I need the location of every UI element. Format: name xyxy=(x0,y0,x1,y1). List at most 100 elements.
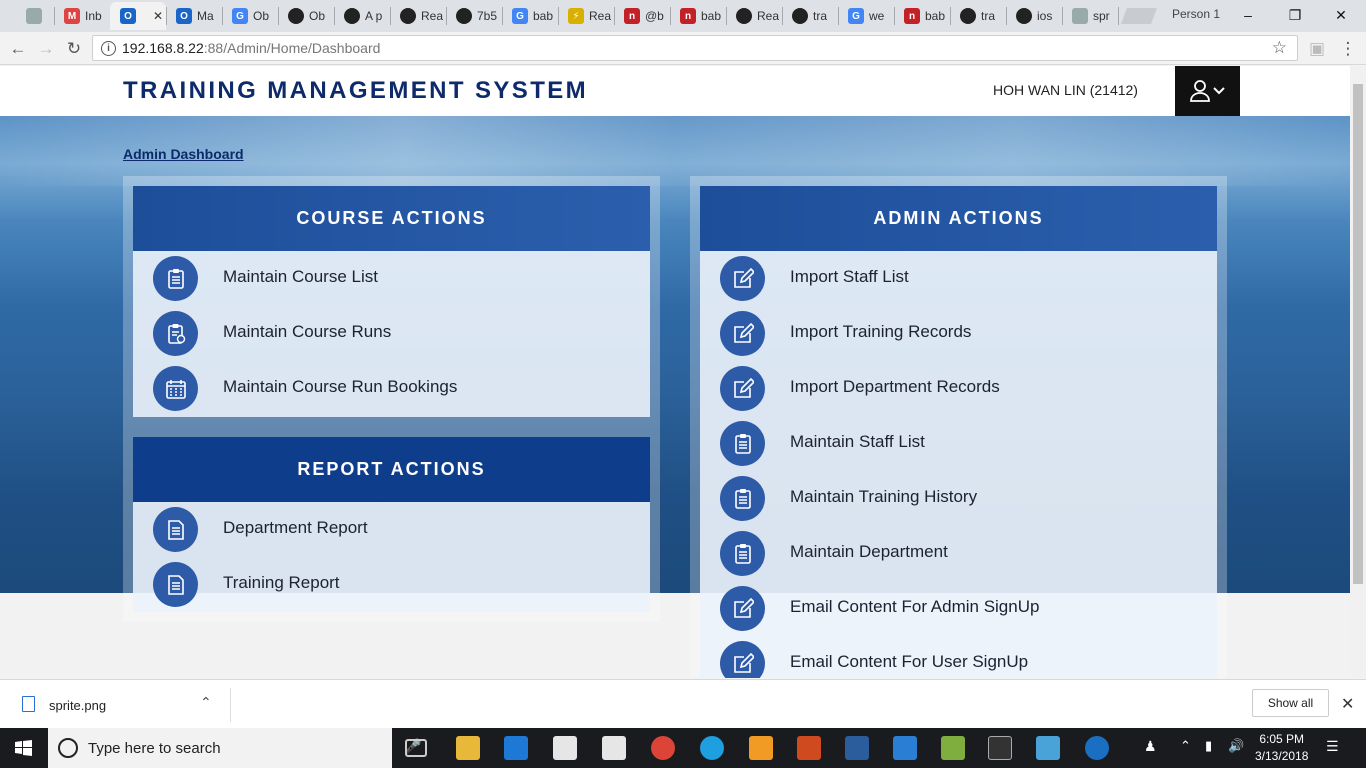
breadcrumb[interactable]: Admin Dashboard xyxy=(123,146,244,162)
browser-tab[interactable]: ⚡ Rea xyxy=(558,2,614,30)
task-view-icon[interactable] xyxy=(405,739,427,757)
tab-title: Rea xyxy=(757,9,780,23)
item-label: Maintain Department xyxy=(790,542,948,561)
close-window-icon[interactable]: ✕ xyxy=(1329,4,1353,26)
volume-icon[interactable]: 🔊 xyxy=(1228,738,1244,754)
maintain-course-runs-link[interactable]: Maintain Course Runs xyxy=(133,306,633,361)
menu-icon[interactable]: ⋮ xyxy=(1336,37,1360,61)
battery-icon[interactable]: ▮ xyxy=(1205,738,1212,754)
info-icon[interactable]: i xyxy=(101,40,116,56)
download-filename[interactable]: sprite.png xyxy=(49,698,106,713)
browser-tab[interactable]: Gwe xyxy=(838,2,894,30)
maintain-department-link[interactable]: Maintain Department xyxy=(700,526,1200,581)
item-label: Maintain Staff List xyxy=(790,432,925,451)
remote-desktop-icon[interactable] xyxy=(893,736,917,760)
browser-tab[interactable]: spr xyxy=(1062,2,1118,30)
chrome-icon[interactable] xyxy=(651,736,675,760)
mail-icon[interactable] xyxy=(602,736,626,760)
app-title[interactable]: TRAINING MANAGEMENT SYSTEM xyxy=(123,77,588,105)
bookmark-star-icon[interactable]: ☆ xyxy=(1272,38,1287,58)
browser-tab[interactable]: n bab xyxy=(894,2,950,30)
clipboard-icon xyxy=(720,421,765,466)
maintain-training-history-link[interactable]: Maintain Training History xyxy=(700,471,1200,526)
notes-icon[interactable] xyxy=(1036,736,1060,760)
course-actions-body: Maintain Course List Maintain Course Run… xyxy=(133,251,650,417)
page-icon xyxy=(26,8,42,24)
minimize-icon[interactable]: – xyxy=(1236,4,1260,26)
tab-title: Ob xyxy=(253,9,270,23)
browser-tab[interactable]: ios xyxy=(1006,2,1062,30)
edge-icon[interactable] xyxy=(504,736,528,760)
email-content-user-signup-link[interactable]: Email Content For User SignUp xyxy=(700,636,1200,678)
browser-tab[interactable]: G Ob xyxy=(222,2,278,30)
import-staff-list-link[interactable]: Import Staff List xyxy=(700,251,1200,306)
tab-title: Rea xyxy=(589,9,612,23)
show-all-button[interactable]: Show all xyxy=(1252,689,1329,717)
browser-tab[interactable] xyxy=(14,2,54,30)
windows-start-icon[interactable] xyxy=(15,740,32,756)
store-icon[interactable] xyxy=(553,736,577,760)
address-bar[interactable]: i 192.168.8.22:88/Admin/Home/Dashboard ☆ xyxy=(92,35,1298,61)
app-launcher-icon[interactable] xyxy=(941,736,965,760)
office-icon[interactable] xyxy=(797,736,821,760)
back-icon[interactable]: ← xyxy=(6,37,30,61)
npm-icon: n xyxy=(680,8,696,24)
tab-title: 7b5 xyxy=(477,9,498,23)
training-report-link[interactable]: Training Report xyxy=(133,557,633,612)
item-label: Import Department Records xyxy=(790,377,1000,396)
forward-icon[interactable]: → xyxy=(34,37,58,61)
browser-tab[interactable]: M Inb xyxy=(54,2,110,30)
network-tool-icon[interactable] xyxy=(845,736,869,760)
taskbar-search-box[interactable]: Type here to search 🎤 xyxy=(48,728,421,768)
email-content-admin-signup-link[interactable]: Email Content For Admin SignUp xyxy=(700,581,1200,636)
sublime-text-icon[interactable] xyxy=(749,736,773,760)
action-center-icon[interactable]: ☰ xyxy=(1326,738,1339,755)
clipboard-check-icon xyxy=(153,311,198,356)
import-training-records-link[interactable]: Import Training Records xyxy=(700,306,1200,361)
browser-tab[interactable]: O ✕ xyxy=(110,2,166,30)
command-prompt-icon[interactable] xyxy=(988,736,1012,760)
user-menu-button[interactable] xyxy=(1175,66,1240,116)
scrollbar-thumb[interactable] xyxy=(1353,84,1363,584)
department-report-link[interactable]: Department Report xyxy=(133,502,633,557)
new-tab-button[interactable] xyxy=(1121,8,1157,24)
people-icon[interactable]: ♟ xyxy=(1144,738,1157,755)
maintain-staff-list-link[interactable]: Maintain Staff List xyxy=(700,416,1200,471)
restore-icon[interactable]: ❐ xyxy=(1283,4,1307,26)
internet-explorer-icon[interactable] xyxy=(1085,736,1109,760)
close-download-bar-icon[interactable]: ✕ xyxy=(1341,694,1354,714)
browser-tab[interactable]: tra xyxy=(950,2,1006,30)
profile-name[interactable]: Person 1 xyxy=(1172,7,1220,21)
report-actions-header: REPORT ACTIONS xyxy=(133,437,650,502)
browser-tab[interactable]: tra xyxy=(782,2,838,30)
item-label: Maintain Training History xyxy=(790,487,978,506)
clipboard-icon xyxy=(153,256,198,301)
maintain-course-list-link[interactable]: Maintain Course List xyxy=(133,251,633,306)
browser-tab[interactable]: 7b5 xyxy=(446,2,502,30)
edit-icon xyxy=(720,586,765,631)
chevron-up-icon[interactable]: ⌃ xyxy=(200,694,212,711)
close-tab-icon[interactable]: ✕ xyxy=(153,9,163,23)
system-clock[interactable]: 6:05 PM 3/13/2018 xyxy=(1255,731,1308,765)
browser-tab[interactable]: Rea xyxy=(726,2,782,30)
browser-tab[interactable]: A p xyxy=(334,2,390,30)
page-scrollbar[interactable] xyxy=(1350,66,1366,678)
extension-icon[interactable]: ▣ xyxy=(1305,37,1329,61)
npm-icon: n xyxy=(904,8,920,24)
browser-tab[interactable]: n bab xyxy=(670,2,726,30)
browser-tab[interactable]: O Ma xyxy=(166,2,222,30)
edit-icon xyxy=(720,641,765,678)
skype-icon[interactable] xyxy=(700,736,724,760)
browser-tab[interactable]: n @b xyxy=(614,2,670,30)
user-icon xyxy=(1189,80,1225,102)
browser-tab[interactable]: Ob xyxy=(278,2,334,30)
image-file-icon xyxy=(22,696,35,712)
reload-icon[interactable]: ↻ xyxy=(62,37,86,61)
tray-chevron-icon[interactable]: ⌃ xyxy=(1180,738,1191,754)
file-explorer-icon[interactable] xyxy=(456,736,480,760)
edit-icon xyxy=(720,311,765,356)
browser-tab[interactable]: Gbab xyxy=(502,2,558,30)
browser-tab[interactable]: Rea xyxy=(390,2,446,30)
maintain-course-run-bookings-link[interactable]: Maintain Course Run Bookings xyxy=(133,361,633,416)
import-department-records-link[interactable]: Import Department Records xyxy=(700,361,1200,416)
